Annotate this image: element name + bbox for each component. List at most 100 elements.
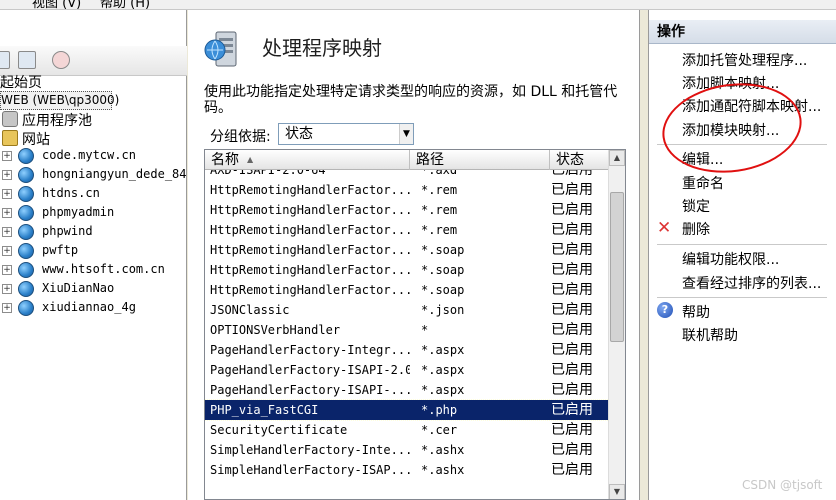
cell-state: 已启用 bbox=[551, 442, 593, 458]
globe-icon bbox=[18, 224, 34, 240]
cell-name: SimpleHandlerFactory-Inte... bbox=[210, 443, 410, 457]
page-description: 使用此功能指定处理特定请求类型的响应的资源，如 DLL 和托管代码。 bbox=[204, 84, 618, 116]
vertical-scrollbar[interactable]: ▲ ▼ bbox=[608, 150, 625, 499]
expand-icon[interactable]: + bbox=[2, 303, 12, 313]
cell-state: 已启用 bbox=[551, 422, 593, 438]
table-row[interactable]: JSONClassic *.json 已启用 bbox=[205, 300, 609, 320]
sort-ascending-icon: ▲ bbox=[247, 155, 254, 164]
cell-state: 已启用 bbox=[551, 222, 593, 238]
cell-state: 已启用 bbox=[551, 182, 593, 198]
cell-path: *.aspx bbox=[421, 383, 465, 397]
expand-icon[interactable]: + bbox=[2, 189, 12, 199]
divider bbox=[657, 244, 827, 245]
expand-icon[interactable]: + bbox=[2, 265, 12, 275]
divider bbox=[657, 297, 827, 298]
online-help-link[interactable]: 联机帮助 bbox=[682, 325, 738, 345]
table-row[interactable]: SimpleHandlerFactory-Inte... *.ashx 已启用 bbox=[205, 440, 609, 460]
cell-state: 已启用 bbox=[551, 342, 593, 358]
cell-path: *.aspx bbox=[421, 343, 465, 357]
table-row[interactable]: HttpRemotingHandlerFactor... *.soap 已启用 bbox=[205, 280, 609, 300]
cell-path: *.soap bbox=[421, 263, 465, 277]
cell-path: *.ashx bbox=[421, 463, 465, 477]
group-by-select[interactable]: 状态 ▼ bbox=[278, 123, 414, 145]
expand-icon[interactable]: + bbox=[2, 284, 12, 294]
table-row[interactable]: SimpleHandlerFactory-ISAP... *.ashx 已启用 bbox=[205, 460, 609, 480]
cell-name: PHP_via_FastCGI bbox=[210, 403, 319, 417]
globe-icon bbox=[18, 262, 34, 278]
cell-name: HttpRemotingHandlerFactor... bbox=[210, 203, 410, 217]
cell-name: HttpRemotingHandlerFactor... bbox=[210, 223, 410, 237]
group-by-value: 状态 bbox=[285, 126, 313, 142]
connections-panel: 起始页 WEB (WEB\qp3000) 应用程序池 网站 + code.mytc… bbox=[0, 10, 187, 500]
cell-state: 已启用 bbox=[551, 302, 593, 318]
lock-link[interactable]: 锁定 bbox=[682, 196, 710, 216]
table-row[interactable]: PageHandlerFactory-ISAPI-2.0 *.aspx 已启用 bbox=[205, 360, 609, 380]
cell-state: 已启用 bbox=[551, 322, 593, 338]
content-panel: 处理程序映射 使用此功能指定处理特定请求类型的响应的资源，如 DLL 和托管代码… bbox=[188, 10, 640, 500]
globe-icon bbox=[18, 243, 34, 259]
globe-icon bbox=[18, 167, 34, 183]
cell-path: * bbox=[421, 323, 429, 337]
cell-path: *.cer bbox=[421, 423, 458, 437]
help-link[interactable]: 帮助 bbox=[682, 302, 710, 322]
add-managed-handler-link[interactable]: 添加托管处理程序... bbox=[682, 50, 807, 70]
globe-icon bbox=[18, 186, 34, 202]
cell-name: HttpRemotingHandlerFactor... bbox=[210, 283, 410, 297]
menu-bar: 视图 (V) 帮助 (H) bbox=[0, 0, 836, 11]
folder-icon bbox=[2, 130, 18, 146]
table-row[interactable]: PageHandlerFactory-Integr... *.aspx 已启用 bbox=[205, 340, 609, 360]
table-row[interactable]: HttpRemotingHandlerFactor... *.rem 已启用 bbox=[205, 220, 609, 240]
edit-feature-permissions-link[interactable]: 编辑功能权限... bbox=[682, 249, 779, 269]
actions-header: 操作 bbox=[649, 20, 836, 44]
list-header: 名称 ▲ 路径 状态 bbox=[205, 150, 610, 170]
table-row[interactable]: OPTIONSVerbHandler * 已启用 bbox=[205, 320, 609, 340]
table-row[interactable]: PageHandlerFactory-ISAPI-... *.aspx 已启用 bbox=[205, 380, 609, 400]
handler-mappings-icon bbox=[204, 31, 237, 67]
cell-name: PageHandlerFactory-ISAPI-2.0 bbox=[210, 363, 410, 377]
tree-server[interactable]: WEB (WEB\qp3000) bbox=[0, 91, 119, 110]
disconnect-icon[interactable] bbox=[52, 51, 70, 69]
view-ordered-list-link[interactable]: 查看经过排序的列表... bbox=[682, 273, 821, 293]
connect-icon[interactable] bbox=[0, 51, 10, 69]
table-row[interactable]: HttpRemotingHandlerFactor... *.soap 已启用 bbox=[205, 260, 609, 280]
expand-icon[interactable]: + bbox=[2, 246, 12, 256]
app-pool-icon bbox=[2, 111, 18, 127]
cell-path: *.rem bbox=[421, 223, 458, 237]
delete-icon: ✕ bbox=[657, 218, 672, 238]
column-header-state[interactable]: 状态 bbox=[550, 150, 610, 170]
table-row[interactable]: PHP_via_FastCGI *.php 已启用 bbox=[205, 399, 610, 421]
cell-name: OPTIONSVerbHandler bbox=[210, 323, 341, 337]
cell-state: 已启用 bbox=[551, 202, 593, 218]
table-row[interactable]: HttpRemotingHandlerFactor... *.rem 已启用 bbox=[205, 180, 609, 200]
column-header-name[interactable]: 名称 ▲ bbox=[205, 150, 410, 170]
delete-link[interactable]: 删除 bbox=[682, 219, 710, 239]
handler-list[interactable]: AXD-ISAPI-2.0-64 *.axd 已启用 HttpRemotingHand… bbox=[204, 149, 626, 500]
cell-path: *.ashx bbox=[421, 443, 465, 457]
scroll-up-icon[interactable]: ▲ bbox=[609, 150, 625, 166]
expand-icon[interactable]: + bbox=[2, 227, 12, 237]
scroll-thumb[interactable] bbox=[610, 192, 624, 342]
cell-name: PageHandlerFactory-Integr... bbox=[210, 343, 410, 357]
cell-path: *.rem bbox=[421, 203, 458, 217]
column-header-path[interactable]: 路径 bbox=[410, 150, 550, 170]
table-row[interactable]: SecurityCertificate *.cer 已启用 bbox=[205, 420, 609, 440]
cell-path: *.rem bbox=[421, 183, 458, 197]
cell-path: *.json bbox=[421, 303, 465, 317]
expand-icon[interactable]: + bbox=[2, 151, 12, 161]
expand-icon[interactable]: + bbox=[2, 170, 12, 180]
expand-icon[interactable]: + bbox=[2, 208, 12, 218]
save-icon[interactable] bbox=[18, 51, 36, 69]
rename-link[interactable]: 重命名 bbox=[682, 173, 724, 193]
globe-icon bbox=[18, 205, 34, 221]
group-by-label: 分组依据: bbox=[210, 129, 271, 145]
cell-name: HttpRemotingHandlerFactor... bbox=[210, 263, 410, 277]
scroll-down-icon[interactable]: ▼ bbox=[609, 484, 625, 499]
table-row[interactable]: HttpRemotingHandlerFactor... *.rem 已启用 bbox=[205, 200, 609, 220]
cell-state: 已启用 bbox=[551, 362, 593, 378]
globe-icon bbox=[18, 300, 34, 316]
table-row[interactable]: HttpRemotingHandlerFactor... *.soap 已启用 bbox=[205, 240, 609, 260]
cell-state: 已启用 bbox=[551, 382, 593, 398]
help-icon: ? bbox=[657, 302, 673, 318]
chevron-down-icon[interactable]: ▼ bbox=[399, 124, 413, 144]
cell-state: 已启用 bbox=[551, 462, 593, 478]
